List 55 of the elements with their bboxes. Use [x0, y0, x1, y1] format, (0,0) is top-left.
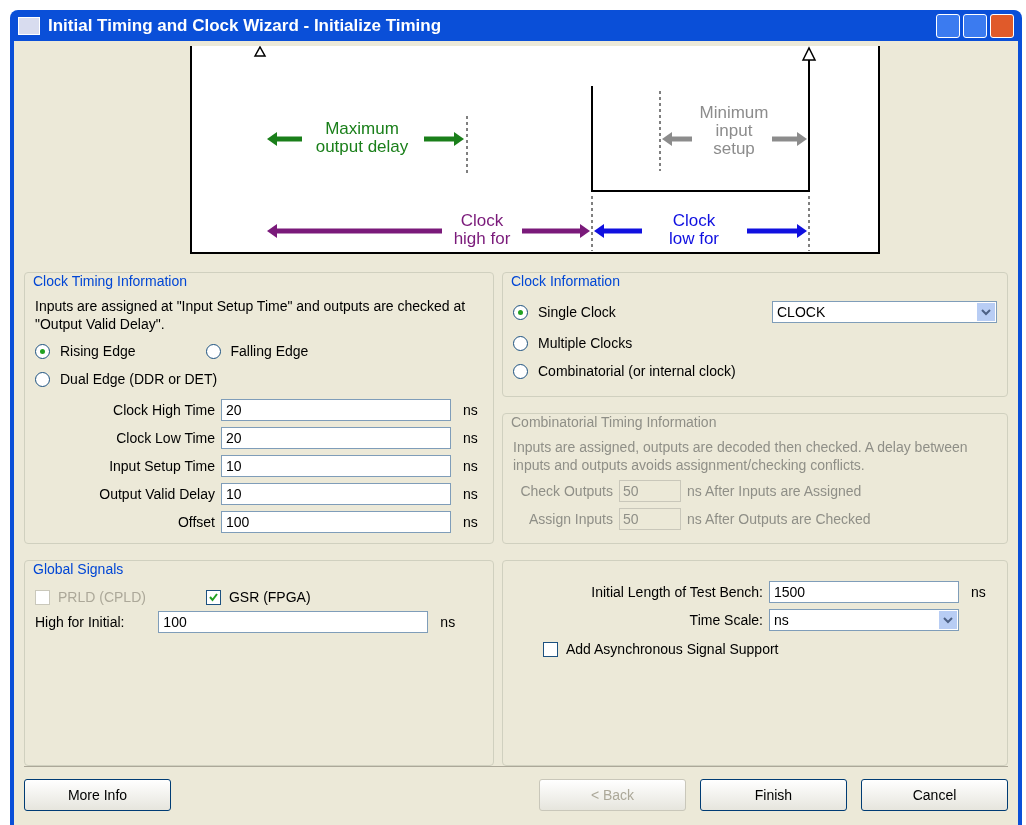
field-suffix: ns After Inputs are Assigned — [687, 483, 862, 499]
diagram-label: Maximum output delay — [315, 119, 409, 156]
radio-option[interactable]: Multiple Clocks — [513, 335, 997, 351]
maximize-button[interactable] — [963, 13, 987, 38]
unit-label: ns — [462, 486, 479, 502]
group-title: Global Signals — [31, 561, 126, 577]
unit-label: ns — [462, 430, 479, 446]
unit-label: ns — [462, 514, 479, 530]
window-title: Initial Timing and Clock Wizard - Initialize Timing — [48, 15, 443, 36]
input-field[interactable]: 100 — [221, 511, 451, 533]
field-label: Offset — [176, 514, 215, 530]
instruction-text: Inputs are assigned, outputs are decoded then checked. A delay between inputs and outputs avoids assignment/checking conflicts. — [513, 438, 969, 474]
input-field[interactable]: 1500 — [769, 581, 959, 603]
dialog-button[interactable]: More Info — [24, 779, 171, 811]
field-label: Clock High Time — [112, 402, 215, 418]
instruction-text: Inputs are assigned at "Input Setup Time" and outputs are checked at "Output Valid Delay". — [35, 297, 467, 333]
field-label: Clock Low Time — [115, 430, 215, 446]
group-title: Combinatorial Timing Information — [509, 414, 719, 430]
close-button[interactable] — [990, 13, 1014, 38]
field-suffix: ns After Outputs are Checked — [687, 511, 871, 527]
minimize-button[interactable] — [936, 13, 960, 38]
unit-label: ns — [439, 614, 457, 630]
diagram-label: Clock low for — [668, 211, 720, 248]
field-label: Initial Length of Test Bench: — [590, 584, 763, 600]
app-icon — [18, 16, 40, 35]
time-scale-dropdown[interactable]: ns — [769, 609, 959, 631]
group-title: Clock Timing Information — [31, 273, 190, 289]
checkbox[interactable]: GSR (FPGA) — [205, 589, 311, 605]
unit-label: ns — [462, 458, 479, 474]
field-label: Time Scale: — [688, 612, 763, 628]
radio-option[interactable]: Combinatorial (or internal clock) — [513, 363, 997, 379]
input-field[interactable]: 20 — [221, 399, 451, 421]
input-field[interactable]: 100 — [158, 611, 429, 633]
checkmark-icon — [207, 591, 219, 603]
clock-dropdown[interactable]: CLOCK — [772, 301, 997, 323]
field-label: Output Valid Delay — [98, 486, 215, 502]
input-field[interactable]: 10 — [221, 455, 451, 477]
radio-option[interactable]: Single Clock — [513, 304, 616, 320]
dialog-button[interactable]: Cancel — [861, 779, 1008, 811]
radio-option[interactable]: Dual Edge (DDR or DET) — [35, 371, 218, 387]
field-label: High for Initial: — [35, 614, 126, 630]
diagram-label: Minimum input setup — [699, 103, 769, 158]
input-field[interactable]: 20 — [221, 427, 451, 449]
field-label: Check Outputs — [519, 483, 613, 499]
checkbox[interactable]: Add Asynchronous Signal Support — [543, 641, 779, 657]
group-title: Clock Information — [509, 273, 622, 289]
radio-option[interactable]: Rising Edge — [35, 343, 136, 359]
diagram-label: Clock high for — [453, 211, 511, 248]
radio-option[interactable]: Falling Edge — [205, 343, 309, 359]
input-field[interactable]: 10 — [221, 483, 451, 505]
field-label: Input Setup Time — [108, 458, 215, 474]
dialog-button[interactable]: Finish — [700, 779, 847, 811]
field-label: Assign Inputs — [527, 511, 613, 527]
unit-label: ns — [462, 402, 479, 418]
unit-label: ns — [970, 584, 987, 600]
